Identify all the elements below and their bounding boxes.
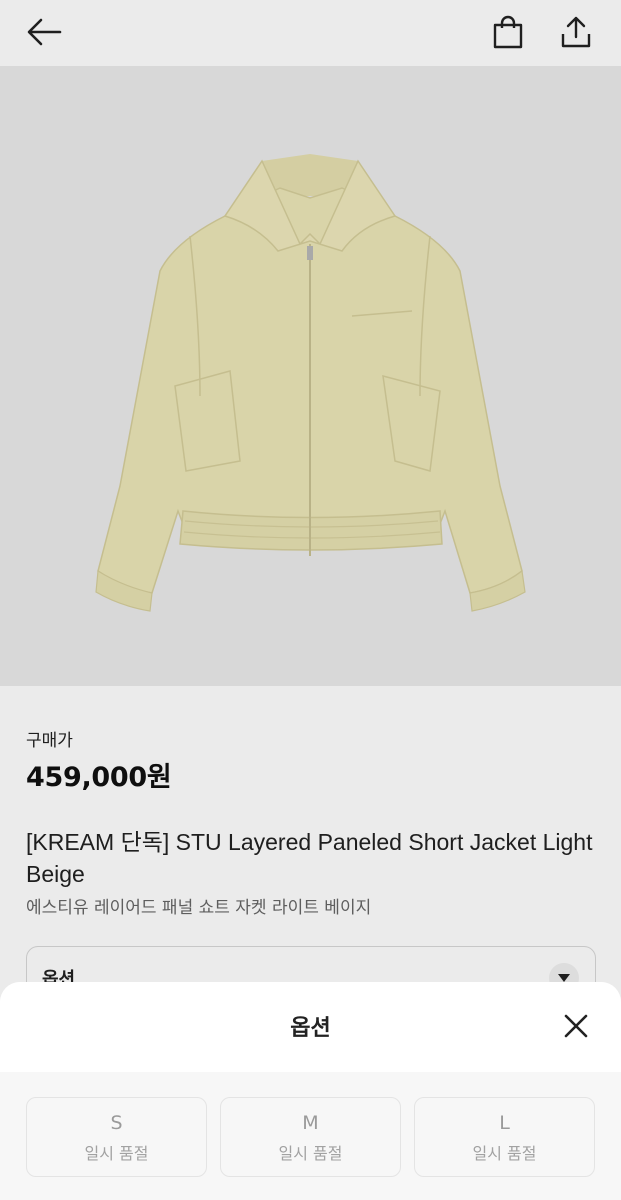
size-status: 일시 품절 [278,1144,343,1163]
size-label: L [499,1112,510,1134]
option-bottom-sheet: 옵션 S 일시 품절 M 일시 품절 L 일시 품절 [0,982,621,1200]
close-button[interactable] [558,1008,594,1044]
close-icon [564,1014,588,1038]
size-option-m[interactable]: M 일시 품절 [220,1097,401,1177]
size-status: 일시 품절 [472,1144,537,1163]
size-option-s[interactable]: S 일시 품절 [26,1097,207,1177]
size-status: 일시 품절 [84,1144,149,1163]
size-label: S [110,1112,123,1134]
size-label: M [302,1112,319,1134]
size-option-l[interactable]: L 일시 품절 [414,1097,595,1177]
sheet-header: 옵션 [0,982,621,1072]
sheet-title: 옵션 [290,1016,331,1041]
